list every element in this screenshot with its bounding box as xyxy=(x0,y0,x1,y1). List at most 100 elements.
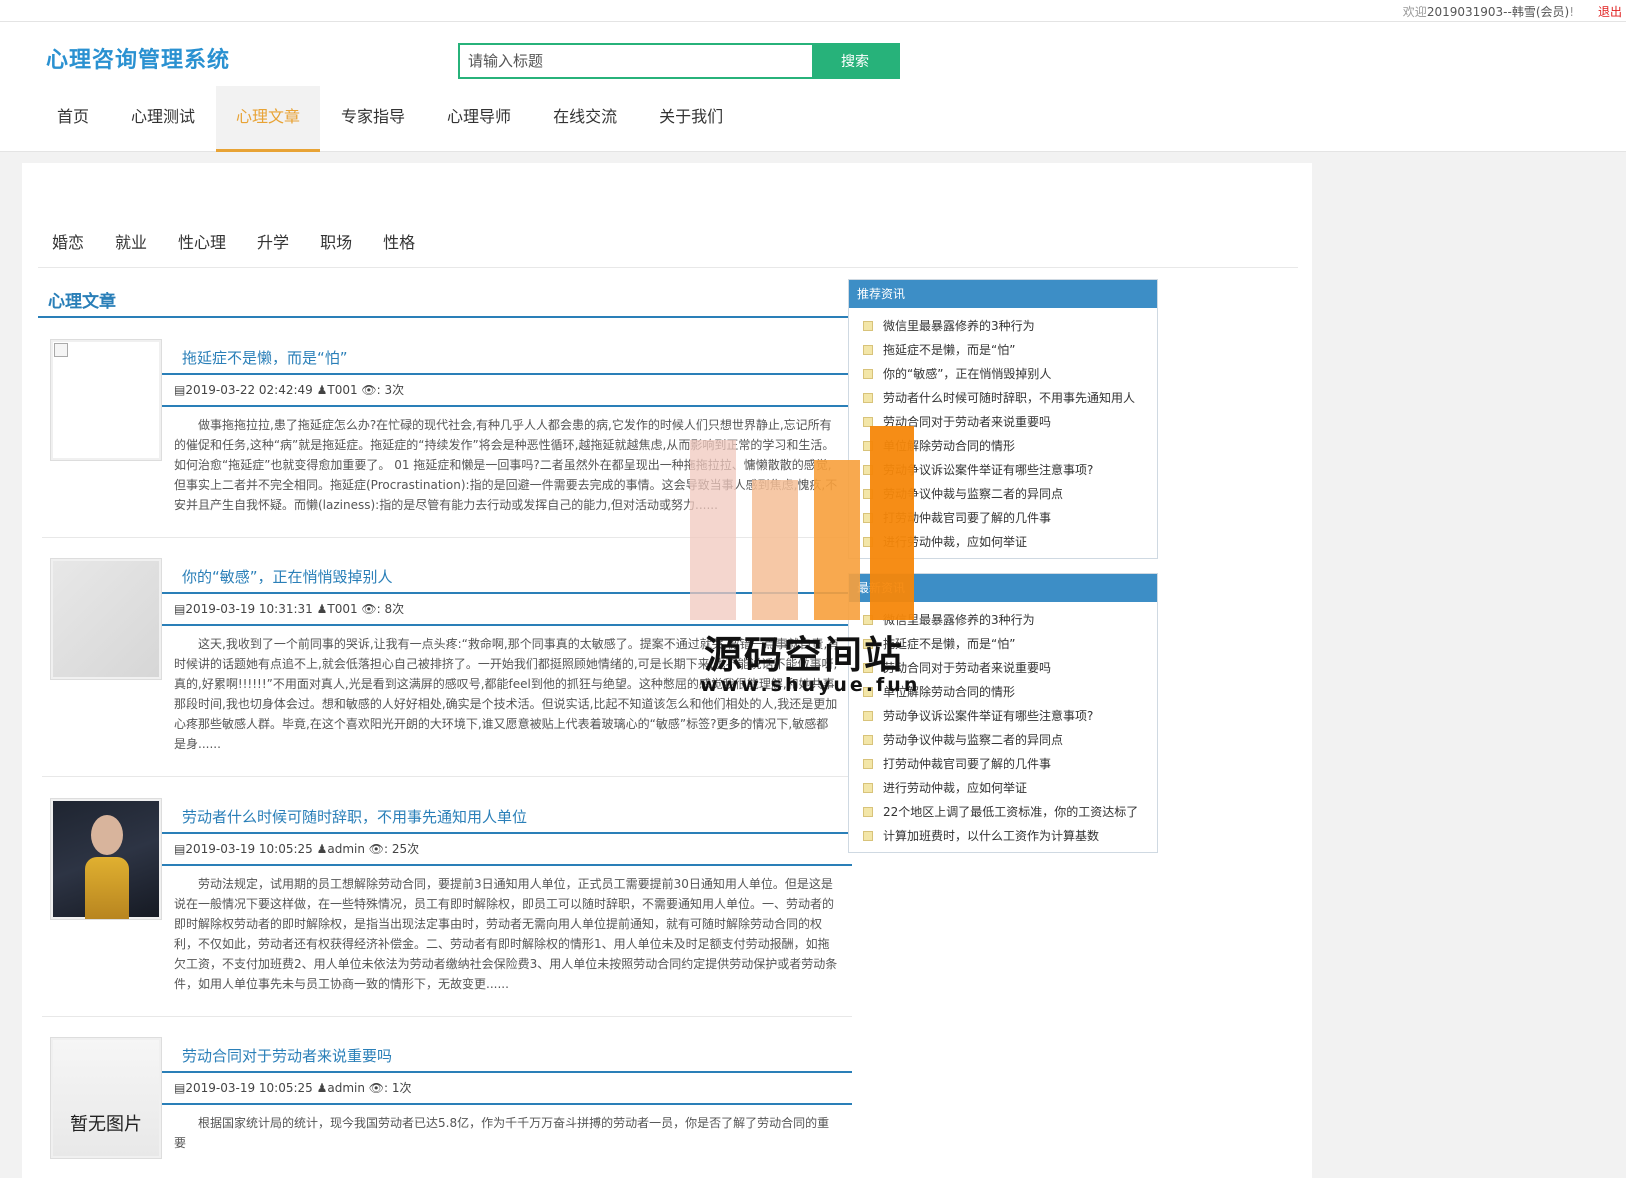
news-link[interactable]: 拖延症不是懒，而是“怕” xyxy=(863,338,1157,362)
title-underline xyxy=(162,592,852,594)
search-input[interactable] xyxy=(460,45,812,77)
news-link[interactable]: 打劳动仲裁官司要了解的几件事 xyxy=(863,752,1157,776)
bullet-icon xyxy=(863,783,873,793)
article-separator xyxy=(42,776,852,777)
section-title: 心理文章 xyxy=(48,292,116,312)
recommended-news-box: 推荐资讯 微信里最暴露修养的3种行为 拖延症不是懒，而是“怕” 你的“敏感”，正… xyxy=(848,279,1158,559)
category-item[interactable]: 职场 xyxy=(320,229,352,253)
news-link[interactable]: 单位解除劳动合同的情形 xyxy=(863,680,1157,704)
article-excerpt: 做事拖拖拉拉,患了拖延症怎么办?在忙碌的现代社会,有种几乎人人都会患的病,它发作… xyxy=(174,418,838,512)
article-title[interactable]: 拖延症不是懒，而是“怕” xyxy=(182,347,348,368)
broken-image-icon xyxy=(54,343,68,357)
news-link[interactable]: 单位解除劳动合同的情形 xyxy=(863,434,1157,458)
news-link[interactable]: 劳动争议仲裁与监察二者的异同点 xyxy=(863,482,1157,506)
bullet-icon xyxy=(863,711,873,721)
news-link[interactable]: 22个地区上调了最低工资标准，你的工资达标了 xyxy=(863,800,1157,824)
article-meta: ▤2019-03-19 10:31:31 ♟T001 👁: 8次 xyxy=(174,602,405,616)
title-underline xyxy=(162,373,852,375)
bullet-icon xyxy=(863,639,873,649)
bullet-icon xyxy=(863,489,873,499)
recommended-news-title: 推荐资讯 xyxy=(849,280,1157,308)
section-underline xyxy=(38,316,848,318)
article-thumbnail[interactable] xyxy=(50,798,162,920)
news-link[interactable]: 劳动合同对于劳动者来说重要吗 xyxy=(863,656,1157,680)
news-link[interactable]: 劳动争议仲裁与监察二者的异同点 xyxy=(863,728,1157,752)
calendar-icon: ▤ xyxy=(174,1081,186,1095)
nav-expert-guidance[interactable]: 专家指导 xyxy=(320,86,426,152)
recommended-news-list: 微信里最暴露修养的3种行为 拖延症不是懒，而是“怕” 你的“敏感”，正在悄悄毁掉… xyxy=(849,308,1157,558)
article-excerpt: 根据国家统计局的统计，现今我国劳动者已达5.8亿，作为千千万万奋斗拼搏的劳动者一… xyxy=(174,1116,830,1150)
news-link[interactable]: 打劳动仲裁官司要了解的几件事 xyxy=(863,506,1157,530)
category-item[interactable]: 就业 xyxy=(115,229,147,253)
category-item[interactable]: 升学 xyxy=(257,229,289,253)
article-separator xyxy=(42,537,852,538)
bullet-icon xyxy=(863,735,873,745)
bullet-icon xyxy=(863,417,873,427)
article-separator xyxy=(42,1016,852,1017)
category-item[interactable]: 婚恋 xyxy=(52,229,84,253)
news-link[interactable]: 进行劳动仲裁，应如何举证 xyxy=(863,776,1157,800)
article-excerpt: 这天,我收到了一个前同事的哭诉,让我有一点头疼:“救命啊,那个同事真的太敏感了。… xyxy=(174,637,840,751)
article-title[interactable]: 你的“敏感”，正在悄悄毁掉别人 xyxy=(182,566,393,587)
news-link[interactable]: 拖延症不是懒，而是“怕” xyxy=(863,632,1157,656)
article-title[interactable]: 劳动者什么时候可随时辞职，不用事先通知用人单位 xyxy=(182,806,527,827)
article-thumbnail[interactable] xyxy=(50,558,162,680)
bullet-icon xyxy=(863,537,873,547)
site-header: 心理咨询管理系统 搜索 首页 心理测试 心理文章 专家指导 心理导师 在线交流 … xyxy=(0,22,1626,152)
current-user: 2019031903--韩雪(会员) xyxy=(1426,5,1570,19)
bullet-icon xyxy=(863,321,873,331)
news-link[interactable]: 进行劳动仲裁，应如何举证 xyxy=(863,530,1157,554)
content-panel: 婚恋 就业 性心理 升学 职场 性格 心理文章 拖延症不是懒，而是“怕” ▤20… xyxy=(22,163,1312,1178)
title-underline xyxy=(162,1071,852,1073)
nav-psych-mentors[interactable]: 心理导师 xyxy=(426,86,532,152)
search-button[interactable]: 搜索 xyxy=(812,45,898,77)
logout-link[interactable]: 退出 xyxy=(1598,3,1622,20)
category-item[interactable]: 性心理 xyxy=(178,229,226,253)
bullet-icon xyxy=(863,393,873,403)
news-link[interactable]: 你的“敏感”，正在悄悄毁掉别人 xyxy=(863,362,1157,386)
nav-online-chat[interactable]: 在线交流 xyxy=(532,86,638,152)
bullet-icon xyxy=(863,465,873,475)
meta-underline xyxy=(162,405,852,407)
category-item[interactable]: 性格 xyxy=(383,229,415,253)
bullet-icon xyxy=(863,663,873,673)
article-title[interactable]: 劳动合同对于劳动者来说重要吗 xyxy=(182,1045,392,1066)
top-bar: 欢迎2019031903--韩雪(会员)! 退出 xyxy=(0,0,1626,22)
meta-underline xyxy=(162,864,852,866)
nav-psych-articles[interactable]: 心理文章 xyxy=(216,86,321,152)
nav-home[interactable]: 首页 xyxy=(36,86,110,152)
bullet-icon xyxy=(863,441,873,451)
article-meta: ▤2019-03-19 10:05:25 ♟admin 👁: 1次 xyxy=(174,1081,412,1095)
news-link[interactable]: 劳动争议诉讼案件举证有哪些注意事项? xyxy=(863,704,1157,728)
meta-underline xyxy=(162,624,852,626)
article-thumbnail[interactable]: 暂无图片 xyxy=(50,1037,162,1159)
main-nav: 首页 心理测试 心理文章 专家指导 心理导师 在线交流 关于我们 xyxy=(36,86,744,152)
category-filter: 婚恋 就业 性心理 升学 职场 性格 xyxy=(52,229,446,253)
bullet-icon xyxy=(863,345,873,355)
divider xyxy=(38,267,1298,268)
nav-about-us[interactable]: 关于我们 xyxy=(638,86,744,152)
news-link[interactable]: 劳动争议诉讼案件举证有哪些注意事项? xyxy=(863,458,1157,482)
article-thumbnail[interactable] xyxy=(50,339,162,461)
article-meta: ▤2019-03-19 10:05:25 ♟admin 👁: 25次 xyxy=(174,842,420,856)
news-link[interactable]: 微信里最暴露修养的3种行为 xyxy=(863,608,1157,632)
search-bar: 搜索 xyxy=(458,43,900,79)
news-link[interactable]: 劳动者什么时候可随时辞职，不用事先通知用人 xyxy=(863,386,1157,410)
bullet-icon xyxy=(863,369,873,379)
bullet-icon xyxy=(863,687,873,697)
site-logo[interactable]: 心理咨询管理系统 xyxy=(46,42,230,74)
bullet-icon xyxy=(863,831,873,841)
no-image-placeholder: 暂无图片 xyxy=(70,1114,142,1135)
title-underline xyxy=(162,832,852,834)
calendar-icon: ▤ xyxy=(174,602,186,616)
bullet-icon xyxy=(863,759,873,769)
news-link[interactable]: 微信里最暴露修养的3种行为 xyxy=(863,314,1157,338)
news-link[interactable]: 劳动合同对于劳动者来说重要吗 xyxy=(863,410,1157,434)
latest-news-title: 最新资讯 xyxy=(849,574,1157,602)
latest-news-box: 最新资讯 微信里最暴露修养的3种行为 拖延症不是懒，而是“怕” 劳动合同对于劳动… xyxy=(848,573,1158,853)
bullet-icon xyxy=(863,615,873,625)
bullet-icon xyxy=(863,513,873,523)
meta-underline xyxy=(162,1103,852,1105)
news-link[interactable]: 计算加班费时，以什么工资作为计算基数 xyxy=(863,824,1157,848)
nav-psych-test[interactable]: 心理测试 xyxy=(110,86,216,152)
